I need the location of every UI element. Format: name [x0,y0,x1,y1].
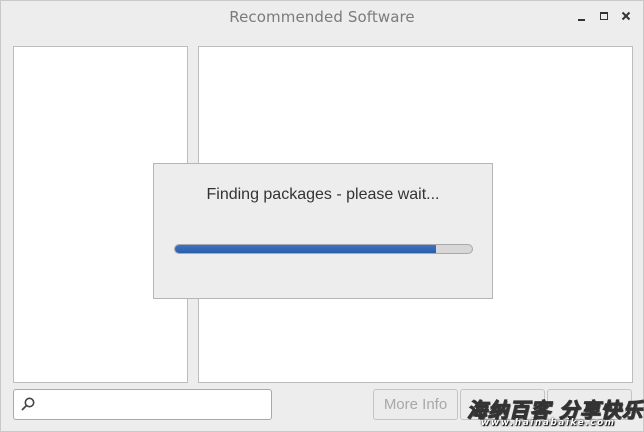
more-info-button[interactable]: More Info [373,389,458,420]
window-title: Recommended Software [229,8,415,26]
search-icon [21,397,35,411]
maximize-icon [600,12,608,20]
progress-bar [174,244,473,254]
recommended-software-window: Recommended Software More Info Finding p… [0,0,644,432]
minimize-button[interactable] [574,9,588,23]
maximize-button[interactable] [597,9,611,23]
close-button[interactable] [619,9,633,23]
progress-fill [175,245,437,253]
loading-message: Finding packages - please wait... [206,186,440,203]
tertiary-button[interactable] [547,389,632,420]
search-input[interactable] [40,394,269,418]
secondary-button[interactable] [460,389,545,420]
close-icon [621,11,631,21]
minimize-icon [577,18,585,21]
loading-dialog: Finding packages - please wait... [153,163,493,299]
title-bar[interactable]: Recommended Software [1,1,643,35]
search-box[interactable] [13,389,272,420]
